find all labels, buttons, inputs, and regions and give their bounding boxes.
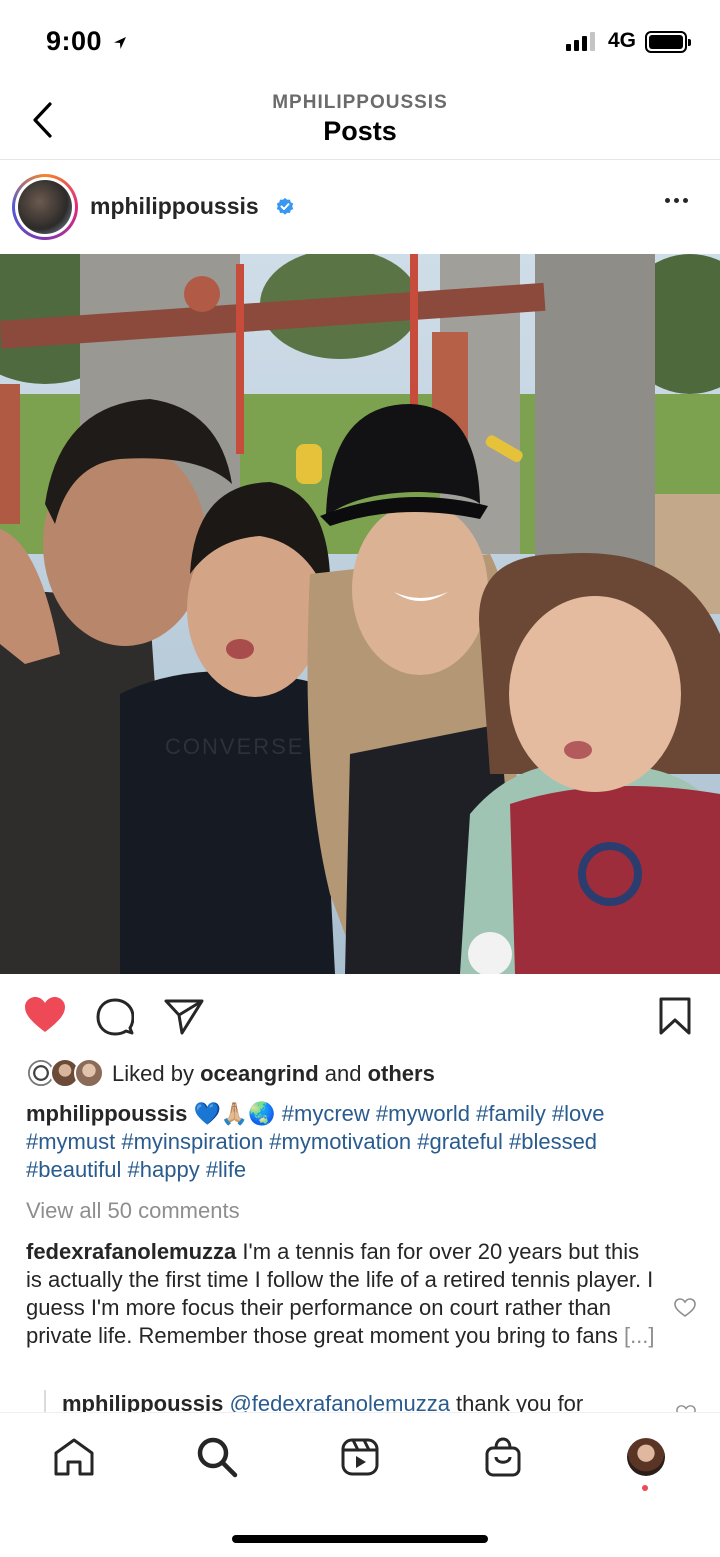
like-button[interactable] [24,996,66,1039]
post-photo[interactable]: CONVERSE [0,254,720,974]
tab-profile[interactable] [624,1435,668,1479]
more-options-button[interactable] [665,198,688,203]
post-caption: mphilippoussis 💙🙏🏼🌏 #mycrew #myworld #fa… [26,1100,696,1184]
bottom-tab-bar [0,1412,720,1557]
svg-text:CONVERSE: CONVERSE [165,734,304,759]
home-icon [54,1438,94,1476]
comment-item: fedexrafanolemuzza I'm a tennis fan for … [26,1238,656,1350]
view-all-comments-link[interactable]: View all 50 comments [26,1198,240,1224]
save-button[interactable] [658,997,692,1040]
share-button[interactable] [164,998,204,1041]
post-header: mphilippoussis [0,160,720,254]
liker-username[interactable]: oceangrind [200,1061,319,1086]
shopping-bag-icon [485,1437,521,1477]
verified-badge-icon [276,198,294,215]
heart-outline-icon [674,1298,696,1317]
time-text: 9:00 [46,26,103,56]
search-icon [197,1437,238,1478]
comment-like-button[interactable] [674,1298,696,1323]
post-actions [0,988,720,1044]
navigation-header: MPHILIPPOUSSIS Posts [0,84,720,160]
tab-reels[interactable] [338,1435,382,1479]
likes-text: Liked by oceangrind and others [112,1061,435,1086]
heart-filled-icon [25,997,65,1032]
location-arrow-icon [114,36,127,49]
reply-username[interactable]: mphilippoussis [62,1391,223,1414]
bookmark-icon [659,997,691,1035]
page-title: Posts [323,116,397,146]
paper-plane-icon [164,999,204,1035]
comment-more-link[interactable]: [...] [624,1323,655,1348]
status-bar: 9:00 4G [0,0,720,84]
liker-avatars [26,1058,104,1090]
profile-avatar [627,1438,665,1476]
likes-row[interactable]: Liked by oceangrind and others [26,1057,435,1091]
battery-icon [645,31,691,53]
cellular-signal-icon [566,32,595,51]
home-indicator [232,1535,488,1543]
caption-username[interactable]: mphilippoussis [26,1101,187,1126]
story-avatar[interactable] [12,174,78,240]
header-username: MPHILIPPOUSSIS [272,92,448,113]
comment-icon [96,998,135,1036]
network-type: 4G [608,29,637,52]
reels-icon [341,1438,379,1476]
notification-dot [642,1485,648,1491]
reply-text: thank you for [449,1391,584,1414]
tab-search[interactable] [195,1435,239,1479]
post-username[interactable]: mphilippoussis [90,193,259,220]
liker-avatar [74,1058,104,1088]
tab-shop[interactable] [481,1435,525,1479]
comment-reply: mphilippoussis @fedexrafanolemuzza thank… [44,1390,684,1414]
avatar [18,180,72,234]
reply-mention[interactable]: @fedexrafanolemuzza [223,1391,449,1414]
family-photo: CONVERSE [0,254,720,974]
comment-username[interactable]: fedexrafanolemuzza [26,1239,236,1264]
likes-others[interactable]: others [368,1061,435,1086]
status-time: 9:00 [46,26,128,57]
tab-home[interactable] [52,1435,96,1479]
comment-button[interactable] [96,998,135,1041]
caption-emoji: 💙🙏🏼🌏 [187,1101,282,1126]
